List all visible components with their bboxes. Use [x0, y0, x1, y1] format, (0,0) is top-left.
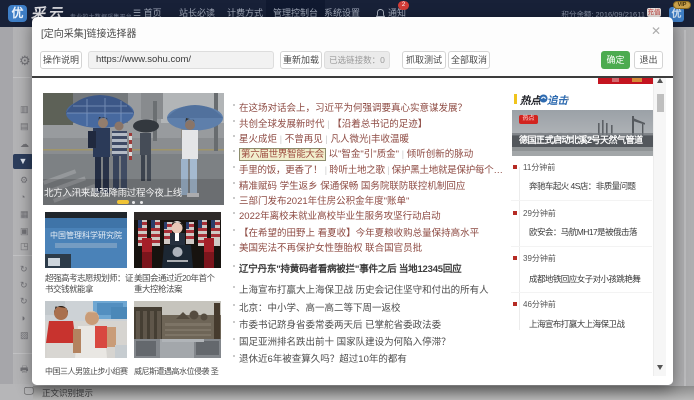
svg-text:中国管理科学研究院: 中国管理科学研究院 — [50, 230, 122, 240]
